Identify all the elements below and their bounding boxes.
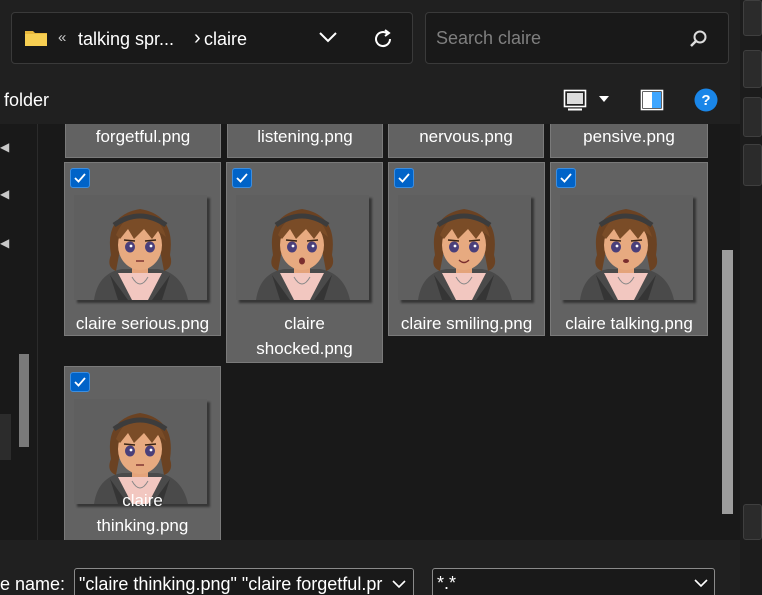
chevron-down-icon (392, 580, 406, 589)
background-button (743, 144, 762, 186)
refresh-icon[interactable] (372, 28, 394, 50)
background-button (743, 50, 762, 88)
nav-item-highlight[interactable] (0, 414, 11, 460)
help-glyph: ? (701, 92, 710, 109)
file-name-bar: le name: "claire thinking.png" "claire f… (0, 540, 740, 595)
selection-checkbox[interactable] (556, 168, 576, 188)
folder-icon (25, 31, 47, 46)
image-thumbnail (560, 195, 693, 300)
image-thumbnail (398, 195, 531, 300)
nav-scrollbar-thumb[interactable] (19, 354, 29, 447)
image-thumbnail (236, 195, 369, 300)
selection-checkbox[interactable] (70, 372, 90, 392)
file-tile[interactable]: claire thinking.png (64, 366, 221, 540)
command-bar: folder ? (0, 76, 740, 124)
pin-icon: ◀ (0, 140, 10, 154)
checkmark-icon (236, 173, 248, 183)
file-name-input[interactable]: "claire thinking.png" "claire forgetful.… (74, 568, 414, 595)
file-name: pensive.png (583, 127, 675, 146)
file-name-label: le name: (0, 574, 66, 594)
help-icon[interactable]: ? (694, 88, 718, 112)
file-name: claire serious.png (75, 314, 210, 333)
pin-icon: ◀ (0, 187, 10, 201)
file-tile[interactable]: listening.png (227, 124, 383, 158)
background-button (743, 504, 762, 540)
chevron-down-icon[interactable] (318, 30, 338, 44)
file-type-value: *.* (437, 573, 457, 593)
pin-icon: ◀ (0, 236, 10, 250)
file-tile[interactable]: claire talking.png (550, 162, 708, 336)
file-name-line1: claire (122, 491, 163, 510)
breadcrumb-parent[interactable]: talking spr... (78, 29, 174, 50)
file-list: forgetful.png listening.png nervous.png … (40, 124, 740, 540)
breadcrumb-separator[interactable]: › (194, 27, 201, 50)
checkmark-icon (398, 173, 410, 183)
view-mode-icon[interactable] (563, 88, 587, 112)
new-folder-label[interactable]: folder (4, 90, 49, 111)
file-name: nervous.png (419, 127, 513, 146)
checkmark-icon (560, 173, 572, 183)
file-name: claire talking.png (565, 314, 693, 333)
address-bar[interactable]: « talking spr... › claire (11, 12, 413, 64)
content-scrollbar-thumb[interactable] (722, 250, 733, 514)
file-tile[interactable]: pensive.png (550, 124, 708, 158)
selection-checkbox[interactable] (70, 168, 90, 188)
file-tile[interactable]: claire serious.png (64, 162, 221, 336)
checkmark-icon (74, 173, 86, 183)
file-name: claire smiling.png (400, 314, 533, 333)
selection-checkbox[interactable] (232, 168, 252, 188)
file-tile[interactable]: forgetful.png (65, 124, 221, 158)
image-thumbnail (74, 195, 207, 300)
file-name-line2: shocked.png (256, 339, 353, 358)
file-tile[interactable]: claire shocked.png (226, 162, 383, 363)
view-dropdown-icon[interactable] (599, 96, 609, 102)
checkmark-icon (74, 377, 86, 387)
search-box[interactable] (425, 12, 729, 64)
file-name: forgetful.png (95, 127, 191, 146)
file-name-value: "claire thinking.png" "claire forgetful.… (79, 574, 383, 594)
search-icon[interactable] (688, 29, 708, 49)
file-name-line1: claire (284, 314, 325, 333)
chevron-down-icon (694, 579, 708, 588)
search-input[interactable] (436, 28, 676, 49)
file-tile[interactable]: nervous.png (388, 124, 544, 158)
file-name: listening.png (257, 127, 353, 146)
preview-pane-icon[interactable] (640, 88, 664, 112)
selection-checkbox[interactable] (394, 168, 414, 188)
overflow-chevron[interactable]: « (58, 29, 66, 46)
file-tile[interactable]: claire smiling.png (388, 162, 545, 336)
address-toolbar: « talking spr... › claire (0, 0, 740, 76)
background-button (743, 0, 762, 36)
breadcrumb-current[interactable]: claire (204, 29, 247, 50)
file-name-line2: thinking.png (96, 516, 189, 535)
file-name-dropdown[interactable] (385, 569, 413, 595)
background-window-edge (740, 0, 762, 595)
navigation-pane: ◀ ◀ ◀ (0, 124, 38, 540)
file-type-select[interactable]: *.* (432, 568, 715, 595)
background-button (743, 97, 762, 137)
